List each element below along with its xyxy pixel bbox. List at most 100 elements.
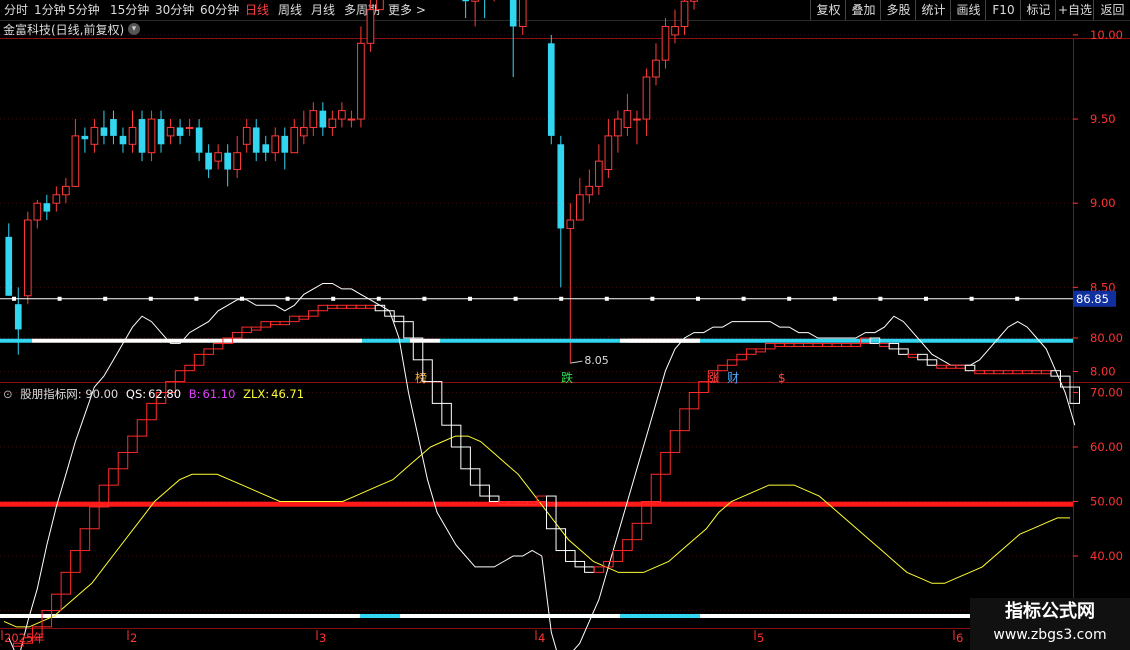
candle-body xyxy=(176,127,184,136)
b-step xyxy=(241,326,252,334)
candle xyxy=(642,68,651,136)
b-step xyxy=(289,315,300,323)
b-step xyxy=(593,566,605,573)
candle-body xyxy=(23,219,32,297)
qs-value: 62.80 xyxy=(148,387,182,401)
b-step xyxy=(831,342,843,347)
candle xyxy=(680,0,689,35)
b-step xyxy=(993,370,1004,375)
b-step xyxy=(270,321,281,326)
b-step xyxy=(688,392,700,410)
b-step xyxy=(783,342,795,347)
candle xyxy=(157,110,165,153)
b-step xyxy=(117,451,129,470)
ref-dot xyxy=(696,296,700,301)
candle xyxy=(81,127,89,153)
event-marker-3: 财 xyxy=(727,371,739,385)
ref-dot xyxy=(57,296,62,301)
candle xyxy=(224,144,232,187)
candle-body xyxy=(338,110,346,120)
zlx-label: ZLX: xyxy=(243,387,270,401)
b-step xyxy=(460,446,471,470)
b-step xyxy=(1021,370,1033,375)
kline-chart[interactable]: 11.5011.0010.5010.009.509.008.508.0080.0… xyxy=(0,0,1130,650)
ref-dot xyxy=(650,296,655,301)
b-step xyxy=(745,348,757,355)
b-step xyxy=(555,528,567,552)
candle xyxy=(690,0,698,10)
axis-divider xyxy=(1073,38,1074,628)
candle-body xyxy=(299,126,308,137)
ref-dot xyxy=(878,296,883,301)
candle-body xyxy=(518,0,527,27)
b-step xyxy=(774,342,785,347)
b-step xyxy=(441,402,452,426)
candle xyxy=(575,177,584,221)
indicator-tick-label: 40.00 xyxy=(1090,549,1123,563)
candle xyxy=(376,0,384,11)
ref-dot xyxy=(285,296,290,301)
candle-body xyxy=(309,110,318,128)
b-value: 61.10 xyxy=(202,387,236,401)
b-step xyxy=(136,419,148,437)
band-80 xyxy=(620,338,700,343)
b-step xyxy=(231,332,243,339)
band-80 xyxy=(884,338,1073,343)
candle-body xyxy=(195,127,203,153)
b-step xyxy=(184,364,195,372)
candle xyxy=(262,135,270,162)
candle-body xyxy=(614,118,622,137)
b-step xyxy=(964,364,976,372)
panel-border xyxy=(0,38,1130,39)
candle-body xyxy=(128,126,137,145)
candle-body xyxy=(319,110,327,128)
low-price-label: 8.05 xyxy=(584,354,609,367)
candle xyxy=(462,0,469,19)
price-tick-label: 8.00 xyxy=(1090,365,1116,379)
candle xyxy=(281,127,289,170)
zlx-line xyxy=(3,435,1070,628)
ref-dot xyxy=(969,296,974,301)
candle-body xyxy=(357,42,365,120)
b-step xyxy=(650,473,662,502)
b-step xyxy=(631,522,643,541)
candle-body xyxy=(547,43,555,136)
candle xyxy=(271,127,280,162)
b-step xyxy=(1031,370,1042,375)
b-step xyxy=(79,528,91,552)
candle xyxy=(119,127,127,153)
b-step xyxy=(193,353,205,366)
candle-body xyxy=(14,304,22,330)
b-step xyxy=(327,304,338,309)
candle-body xyxy=(62,185,70,196)
b-step xyxy=(565,550,576,562)
candle-body xyxy=(205,152,212,170)
band-80 xyxy=(410,338,440,343)
b-step xyxy=(346,304,357,309)
indicator-name[interactable]: 股朋指标网 xyxy=(20,387,78,401)
b-step xyxy=(279,321,291,326)
candle xyxy=(147,110,156,162)
candle xyxy=(52,186,61,212)
candle-body xyxy=(5,236,13,296)
zlx-value: 46.71 xyxy=(271,387,305,401)
candle-body xyxy=(509,0,517,27)
b-step xyxy=(822,342,833,347)
event-marker-0: 榜 xyxy=(415,370,427,385)
b-step xyxy=(850,342,862,347)
b-step xyxy=(374,304,386,312)
candle xyxy=(338,102,346,128)
b-step xyxy=(70,550,81,573)
candle xyxy=(366,0,375,52)
candle-body xyxy=(471,0,479,2)
time-label: 2 xyxy=(130,631,137,645)
time-label: 3 xyxy=(319,631,326,645)
b-step xyxy=(926,359,938,366)
candle-body xyxy=(138,119,146,153)
ref-dot xyxy=(1015,296,1020,301)
b-step xyxy=(945,364,957,369)
b-step xyxy=(60,571,72,595)
low-pointer xyxy=(570,360,583,364)
indicator-collapse-icon[interactable]: ⊙ xyxy=(3,387,13,401)
b-step xyxy=(336,304,348,309)
